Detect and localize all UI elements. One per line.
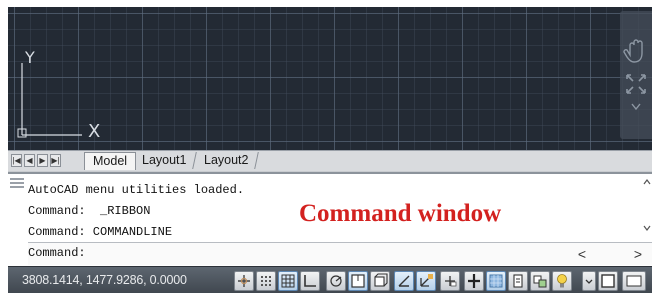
- ortho-mode-icon[interactable]: [300, 271, 320, 291]
- command-window-grip[interactable]: [10, 178, 24, 246]
- 3d-object-snap-icon[interactable]: [370, 271, 390, 291]
- polar-tracking-icon[interactable]: [326, 271, 346, 291]
- clean-screen-icon[interactable]: [598, 271, 618, 291]
- history-line: Command: _RIBBON: [28, 204, 151, 218]
- snap-mode-icon[interactable]: [256, 271, 276, 291]
- object-snap-icon[interactable]: [348, 271, 368, 291]
- layout-tabs-bar: |◀ ◀ ▶ ▶| Model Layout1 Layout2: [8, 150, 652, 171]
- command-window-annotation: Command window: [299, 200, 502, 227]
- transparency-icon[interactable]: [486, 271, 506, 291]
- command-line-row: < >: [28, 242, 652, 265]
- navigation-bar: [620, 11, 652, 139]
- tab-layout2[interactable]: Layout2: [194, 152, 260, 169]
- first-layout-button[interactable]: |◀: [11, 154, 22, 167]
- status-bar: 3808.1414, 1477.9286, 0.0000: [8, 266, 652, 293]
- selection-cycling-icon[interactable]: [530, 271, 550, 291]
- command-scroll-right-button[interactable]: >: [631, 246, 645, 262]
- drawing-canvas[interactable]: Y X: [8, 7, 652, 150]
- lineweight-icon[interactable]: [464, 271, 484, 291]
- dynamic-input-icon[interactable]: [440, 271, 460, 291]
- toolbar-menu-icon[interactable]: [582, 271, 596, 291]
- grid-display-icon[interactable]: [278, 271, 298, 291]
- object-snap-tracking-icon[interactable]: [394, 271, 414, 291]
- overflow-icon[interactable]: [622, 271, 646, 291]
- tab-layout2-label: Layout2: [204, 153, 249, 167]
- tab-layout1-label: Layout1: [142, 153, 187, 167]
- command-window: AutoCAD menu utilities loaded. Command: _…: [8, 172, 652, 268]
- history-scrollbar[interactable]: [642, 174, 652, 240]
- next-layout-button[interactable]: ▶: [37, 154, 48, 167]
- ucs-x-label: X: [88, 121, 100, 142]
- coordinate-display[interactable]: 3808.1414, 1477.9286, 0.0000: [22, 273, 187, 287]
- zoom-extents-icon[interactable]: [623, 71, 649, 97]
- tab-layout1[interactable]: Layout1: [132, 152, 198, 169]
- history-line: AutoCAD menu utilities loaded.: [28, 183, 245, 197]
- command-history: AutoCAD menu utilities loaded. Command: _…: [28, 180, 244, 243]
- command-input[interactable]: [28, 244, 548, 262]
- tab-model[interactable]: Model: [84, 152, 137, 170]
- ucs-y-label: Y: [24, 48, 35, 67]
- previous-layout-button[interactable]: ◀: [24, 154, 35, 167]
- history-line: Command: COMMANDLINE: [28, 225, 173, 239]
- dynamic-ucs-icon[interactable]: [416, 271, 436, 291]
- isolate-objects-icon[interactable]: [552, 271, 572, 291]
- scrollbar-arrows-icon: [643, 179, 651, 231]
- autocad-window: Y X |◀ ◀ ▶ ▶| Model Layout1 Layout2 Auto…: [8, 7, 652, 293]
- quick-properties-icon[interactable]: [508, 271, 528, 291]
- command-scroll-left-button[interactable]: <: [575, 246, 589, 262]
- infer-constraints-icon[interactable]: [234, 271, 254, 291]
- pan-icon[interactable]: [623, 33, 649, 67]
- ucs-icon: Y X: [17, 48, 100, 142]
- navbar-dropdown-icon[interactable]: [623, 101, 649, 113]
- last-layout-button[interactable]: ▶|: [50, 154, 61, 167]
